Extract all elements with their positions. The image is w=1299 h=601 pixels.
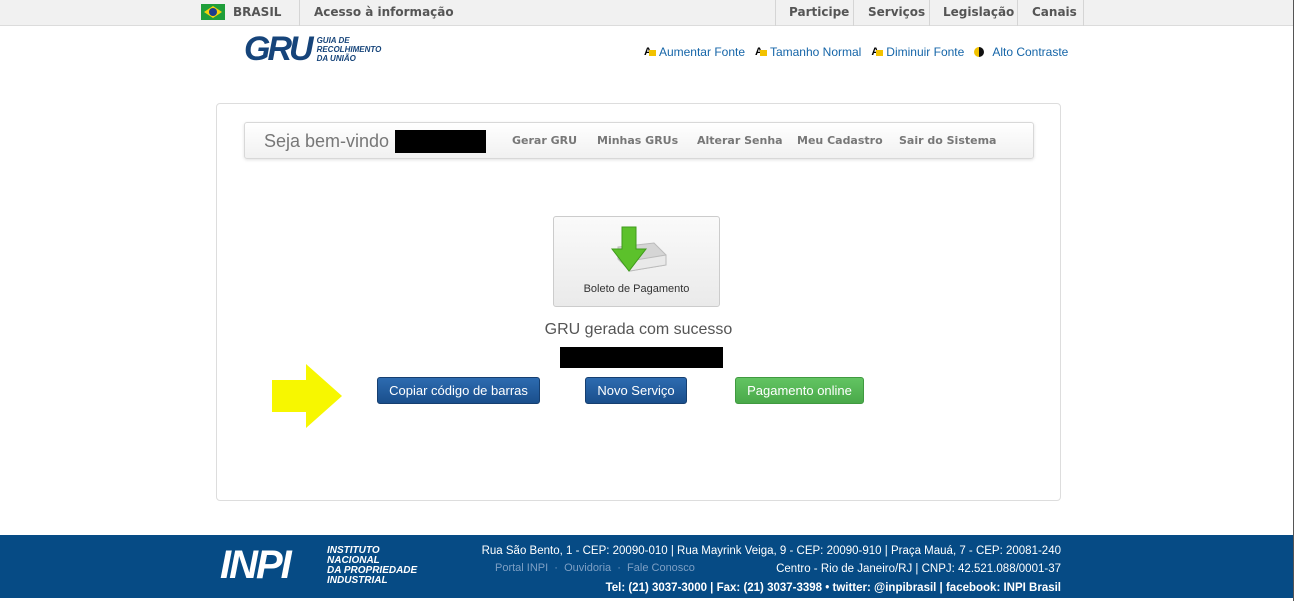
main-navbar: Seja bem-vindo Gerar GRU Minhas GRUs Alt… (244, 122, 1034, 159)
font-normal-icon: A (755, 46, 767, 58)
inpi-logo[interactable]: INPI (220, 545, 290, 585)
new-service-button[interactable]: Novo Serviço (585, 377, 687, 404)
divider (299, 0, 300, 26)
accessibility-bar: AAumentar Fonte ATamanho Normal ADiminui… (644, 45, 1078, 59)
gov-top-bar: BRASIL Acesso à informação Participe Ser… (0, 0, 1293, 26)
footer-link-fale-conosco[interactable]: Fale Conosco (627, 562, 695, 574)
font-decrease-icon: A (871, 46, 883, 58)
footer-links: Portal INPI · Ouvidoria · Fale Conosco (495, 562, 695, 574)
high-contrast-link[interactable]: Alto Contraste (974, 45, 1068, 59)
brasil-link[interactable]: BRASIL (233, 5, 281, 19)
redacted-username (395, 130, 486, 153)
logo-text: GRU (244, 34, 311, 64)
gru-logo[interactable]: GRU GUIA DE RECOLHIMENTO DA UNIÃO (244, 34, 381, 64)
boleto-download-button[interactable]: Boleto de Pagamento (553, 216, 720, 307)
nav-gerar-gru[interactable]: Gerar GRU (512, 134, 577, 147)
nav-sair[interactable]: Sair do Sistema (899, 134, 996, 147)
contrast-icon (974, 47, 984, 57)
download-icon (604, 225, 674, 277)
logo-subtitle-line: RECOLHIMENTO (317, 45, 382, 54)
boleto-label: Boleto de Pagamento (554, 283, 719, 295)
footer-link-ouvidoria[interactable]: Ouvidoria (564, 562, 611, 574)
logo-subtitle-line: GUIA DE (317, 36, 382, 45)
nav-meu-cadastro[interactable]: Meu Cadastro (797, 134, 883, 147)
nav-alterar-senha[interactable]: Alterar Senha (697, 134, 783, 147)
nav-minhas-grus[interactable]: Minhas GRUs (597, 134, 678, 147)
logo-subtitle-line: DA UNIÃO (317, 54, 382, 63)
footer-address: Rua São Bento, 1 - CEP: 20090-010 | Rua … (482, 545, 1061, 557)
copy-barcode-button[interactable]: Copiar código de barras (377, 377, 540, 404)
link-label: Aumentar Fonte (659, 45, 745, 59)
decrease-font-link[interactable]: ADiminuir Fonte (871, 45, 964, 59)
footer-contact: Tel: (21) 3037-3000 | Fax: (21) 3037-339… (606, 582, 1061, 594)
link-label: Diminuir Fonte (886, 45, 964, 59)
topbar-legislacao[interactable]: Legislação (943, 5, 1014, 19)
footer-link-portal[interactable]: Portal INPI (495, 562, 548, 574)
topbar-canais[interactable]: Canais (1032, 5, 1077, 19)
normal-font-link[interactable]: ATamanho Normal (755, 45, 861, 59)
font-increase-icon: A (644, 46, 656, 58)
success-message: GRU gerada com sucesso (0, 321, 1277, 339)
welcome-text: Seja bem-vindo (264, 131, 389, 152)
link-label: Tamanho Normal (770, 45, 861, 59)
divider (1083, 0, 1084, 26)
topbar-servicos[interactable]: Serviços (868, 5, 925, 19)
divider (853, 0, 854, 26)
inpi-logo-subtitle: INSTITUTO NACIONAL DA PROPRIEDADE INDUST… (327, 546, 417, 586)
yellow-arrow-icon (272, 364, 344, 428)
footer-city: Centro - Rio de Janeiro/RJ | CNPJ: 42.52… (776, 563, 1061, 575)
redacted-barcode (560, 347, 723, 368)
logo-subtitle-line: INDUSTRIAL (327, 576, 417, 586)
topbar-participe[interactable]: Participe (789, 5, 849, 19)
scrollbar[interactable] (1293, 0, 1299, 601)
footer: INPI INSTITUTO NACIONAL DA PROPRIEDADE I… (0, 535, 1293, 598)
access-info-link[interactable]: Acesso à informação (314, 5, 454, 19)
divider (1017, 0, 1018, 26)
logo-subtitle: GUIA DE RECOLHIMENTO DA UNIÃO (317, 36, 382, 63)
online-payment-button[interactable]: Pagamento online (735, 377, 864, 404)
divider (929, 0, 930, 26)
divider (775, 0, 776, 26)
increase-font-link[interactable]: AAumentar Fonte (644, 45, 745, 59)
brazil-flag-icon[interactable] (201, 4, 225, 20)
link-label: Alto Contraste (992, 45, 1068, 59)
